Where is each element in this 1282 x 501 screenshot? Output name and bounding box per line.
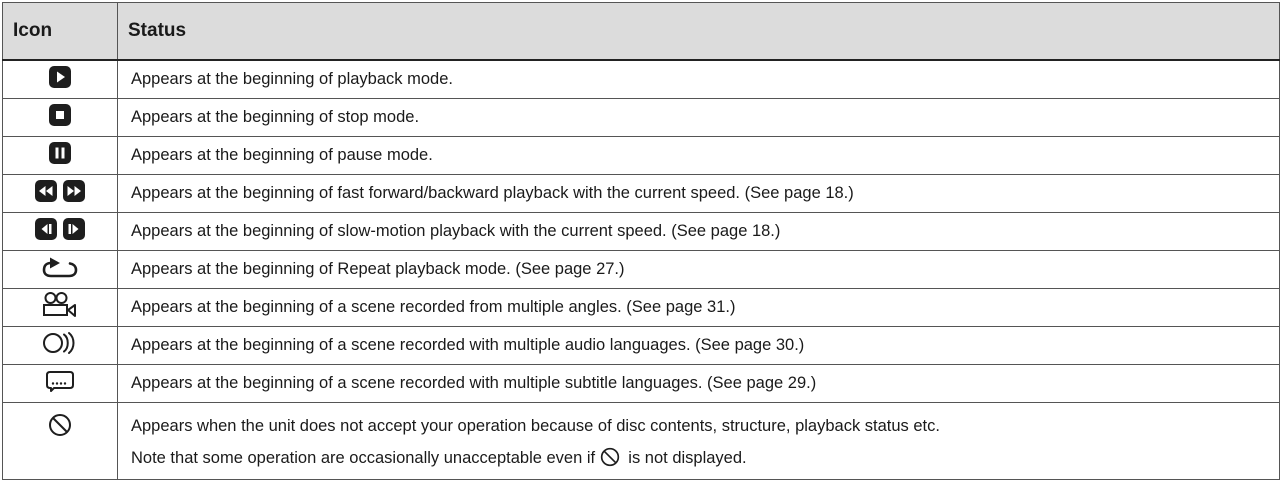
status-text: Appears at the beginning of a scene reco…: [117, 326, 1280, 365]
table-row: Appears at the beginning of Repeat playb…: [2, 250, 1280, 289]
status-text: Appears at the beginning of Repeat playb…: [117, 250, 1280, 289]
status-text: Appears at the beginning of fast forward…: [117, 174, 1280, 213]
angle-camera-icon: [42, 291, 78, 319]
table-row: Appears at the beginning of a scene reco…: [2, 326, 1280, 365]
audio-icon: [40, 331, 80, 355]
header-icon: Icon: [2, 2, 118, 61]
subtitle-icon: [45, 369, 75, 393]
header-status: Status: [117, 2, 1280, 61]
table-row: Appears at the beginning of a scene reco…: [2, 288, 1280, 327]
table-row: Appears at the beginning of pause mode.: [2, 136, 1280, 175]
slow-backward-forward-icon: [35, 218, 85, 240]
icon-status-table: Icon Status Appears at the beginning of …: [2, 2, 1280, 480]
table-row: Appears at the beginning of stop mode.: [2, 98, 1280, 137]
table-row: Appears when the unit does not accept yo…: [2, 402, 1280, 480]
pause-icon: [49, 142, 71, 164]
status-text: Appears when the unit does not accept yo…: [131, 417, 940, 435]
status-note: Note that some operation are occasionall…: [131, 442, 1279, 474]
table-header-row: Icon Status: [2, 2, 1280, 61]
fast-backward-forward-icon: [35, 180, 85, 202]
table-row: Appears at the beginning of fast forward…: [2, 174, 1280, 213]
prohibited-inline-icon: [600, 447, 619, 467]
slow-backward-icon: [35, 218, 57, 240]
slow-forward-icon: [63, 218, 85, 240]
fast-backward-icon: [35, 180, 57, 202]
status-text: Appears at the beginning of a scene reco…: [117, 288, 1280, 327]
status-text: Appears at the beginning of a scene reco…: [117, 364, 1280, 403]
prohibited-icon: [48, 413, 72, 437]
status-text: Appears at the beginning of playback mod…: [117, 59, 1280, 99]
fast-forward-icon: [63, 180, 85, 202]
status-text: Appears at the beginning of stop mode.: [117, 98, 1280, 137]
table-row: Appears at the beginning of playback mod…: [2, 59, 1280, 99]
stop-icon: [49, 104, 71, 126]
status-note-after: is not displayed.: [623, 449, 747, 467]
status-text: Appears at the beginning of slow-motion …: [117, 212, 1280, 251]
repeat-icon: [40, 255, 80, 279]
status-note-before: Note that some operation are occasionall…: [131, 449, 596, 467]
status-text: Appears at the beginning of pause mode.: [117, 136, 1280, 175]
table-row: Appears at the beginning of a scene reco…: [2, 364, 1280, 403]
play-icon: [49, 66, 71, 88]
table-row: Appears at the beginning of slow-motion …: [2, 212, 1280, 251]
